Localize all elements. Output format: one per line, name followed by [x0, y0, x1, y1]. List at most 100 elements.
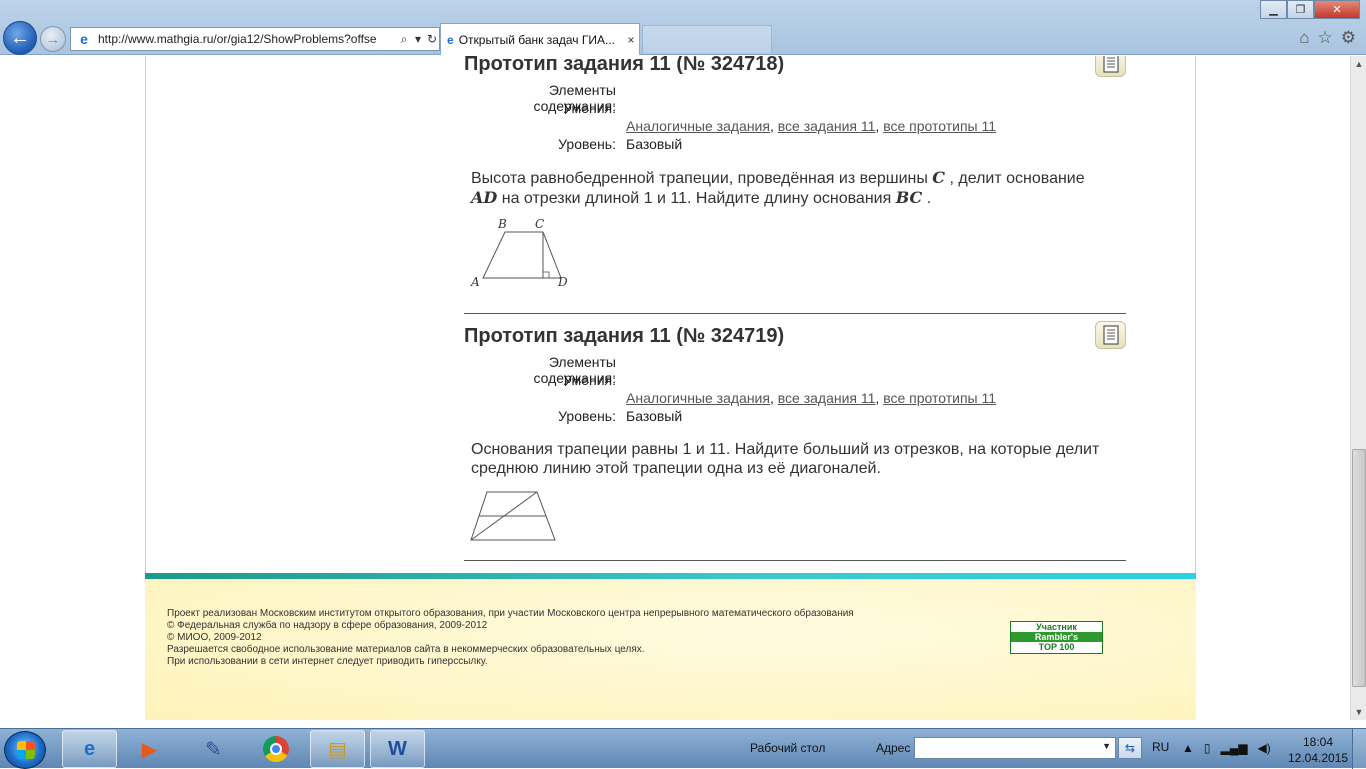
scroll-up-icon[interactable]: ▲: [1351, 56, 1366, 72]
ie-tab-icon: e: [447, 32, 454, 47]
taskbar-address-input[interactable]: ▼: [914, 737, 1116, 759]
folder-icon: ▤: [328, 738, 347, 761]
var-ad: AD: [471, 188, 498, 207]
minimize-button[interactable]: ▁: [1260, 0, 1287, 19]
search-icon[interactable]: ⌕: [397, 32, 411, 47]
task-links: Аналогичные задания, все задания 11, все…: [626, 390, 997, 406]
skills-label: Умения:: [563, 100, 616, 116]
task-title: Прототип задания 11 (№ 324719): [464, 325, 785, 347]
ie-page-icon: e: [80, 31, 88, 47]
problem-text: Основания трапеции равны 1 и 11. Найдите…: [471, 441, 1100, 477]
tab-title: Открытый банк задач ГИА...: [458, 32, 616, 47]
trapezoid-figure-2: [469, 486, 1126, 547]
skills-label: Умения:: [563, 372, 616, 388]
windows-taskbar: e ▶ ✎ ▤ W Рабочий стол Адрес ▼ ⇆ RU ▲ ▯ …: [0, 728, 1366, 769]
add-to-notebook-button[interactable]: [1095, 321, 1126, 349]
task-meta: Элементы содержания: Умения: Аналогичные…: [464, 354, 1126, 426]
task-meta: Элементы содержания: Умения: Аналогичные…: [464, 82, 1126, 154]
taskbar-explorer[interactable]: ▤: [310, 730, 365, 768]
forward-arrow-icon: →: [45, 30, 61, 48]
system-tray: ▲ ▯ ▂▄▆ ◀): [1182, 741, 1271, 755]
footer-accent-bar: [145, 573, 1196, 579]
dropdown-icon[interactable]: ▾: [411, 32, 425, 46]
taskbar-word[interactable]: W: [370, 730, 425, 768]
all-tasks-link[interactable]: все задания 11: [778, 118, 876, 134]
chevron-down-icon[interactable]: ▼: [1102, 741, 1111, 751]
similar-tasks-link[interactable]: Аналогичные задания: [626, 390, 770, 406]
level-label: Уровень:: [558, 408, 616, 424]
task-324719: Прототип задания 11 (№ 324719) Элементы …: [464, 321, 1126, 547]
elements-label: Элементы содержания:: [533, 354, 616, 386]
level-value: Базовый: [626, 408, 683, 424]
level-label: Уровень:: [558, 136, 616, 152]
back-button[interactable]: ←: [3, 21, 37, 55]
word-icon: W: [388, 737, 407, 760]
similar-tasks-link[interactable]: Аналогичные задания: [626, 118, 770, 134]
taskbar-ie[interactable]: e: [62, 730, 117, 768]
all-tasks-link[interactable]: все задания 11: [778, 390, 876, 406]
rambler-top100-badge[interactable]: Участник Rambler's TOP 100: [1010, 621, 1103, 654]
taskbar-paint[interactable]: ✎: [186, 730, 241, 768]
clock-time: 18:04: [1302, 735, 1334, 749]
restore-button[interactable]: ❐: [1287, 0, 1314, 19]
scroll-thumb[interactable]: [1352, 449, 1366, 687]
close-button[interactable]: ✕: [1314, 0, 1360, 19]
taskbar-go-button[interactable]: ⇆: [1118, 737, 1142, 759]
address-url[interactable]: http://www.mathgia.ru/or/gia12/ShowProbl…: [98, 32, 397, 46]
paint-brush-icon: ✎: [205, 738, 222, 761]
media-player-icon: ▶: [141, 738, 158, 761]
var-bc: BC: [895, 188, 923, 207]
task-title: Прототип задания 11 (№ 324718): [464, 56, 785, 75]
task-links: Аналогичные задания, все задания 11, все…: [626, 118, 997, 134]
address-toolbar-label: Адрес: [876, 741, 911, 755]
var-c: C: [932, 168, 946, 187]
notebook-icon: [1102, 325, 1119, 345]
home-icon[interactable]: ⌂: [1299, 28, 1309, 48]
task-separator: [464, 313, 1126, 314]
desktop-toolbar-label[interactable]: Рабочий стол: [750, 741, 825, 755]
fig-label-b: B: [497, 217, 507, 231]
add-to-notebook-button[interactable]: [1095, 56, 1126, 77]
tray-expand-icon[interactable]: ▲: [1182, 741, 1194, 755]
browser-chrome: ← → e http://www.mathgia.ru/or/gia12/Sho…: [0, 0, 1366, 55]
all-prototypes-link[interactable]: все прототипы 11: [883, 390, 996, 406]
settings-gear-icon[interactable]: ⚙: [1341, 28, 1356, 48]
clock-date: 12.04.2015: [1288, 751, 1349, 765]
site-footer: Проект реализован Московским институтом …: [145, 573, 1196, 720]
all-prototypes-link[interactable]: все прототипы 11: [883, 118, 996, 134]
level-value: Базовый: [626, 136, 683, 152]
start-button[interactable]: [4, 731, 46, 769]
scroll-down-icon[interactable]: ▼: [1351, 704, 1366, 720]
forward-button[interactable]: →: [40, 26, 66, 52]
fig-label-d: D: [557, 275, 568, 288]
new-tab[interactable]: [642, 25, 772, 53]
window-controls: ▁ ❐ ✕: [1260, 0, 1360, 19]
windows-logo-icon: [17, 741, 35, 759]
tab-close-icon[interactable]: ×: [623, 33, 639, 47]
elements-label: Элементы содержания:: [533, 82, 616, 114]
go-arrows-icon: ⇆: [1124, 741, 1136, 755]
problem-text: Высота равнобедренной трапеции, проведён…: [471, 168, 1085, 207]
fig-label-c: C: [535, 217, 544, 231]
browser-tools: ⌂ ☆ ⚙: [1299, 28, 1356, 48]
ie-icon: e: [83, 737, 96, 760]
taskbar-media-player[interactable]: ▶: [122, 730, 177, 768]
volume-icon[interactable]: ◀): [1257, 741, 1270, 755]
address-bar[interactable]: e http://www.mathgia.ru/or/gia12/ShowPro…: [70, 27, 440, 51]
trapezoid-figure-1: A B C D: [469, 216, 1126, 293]
taskbar-chrome[interactable]: [248, 730, 303, 768]
task-324718: Прототип задания 11 (№ 324718) Элементы …: [464, 56, 1126, 293]
show-desktop-button[interactable]: [1352, 729, 1366, 769]
footer-text: Проект реализован Московским институтом …: [167, 608, 854, 667]
vertical-scrollbar[interactable]: ▲ ▼: [1350, 56, 1366, 720]
battery-icon[interactable]: ▯: [1204, 741, 1211, 755]
tab-active[interactable]: e Открытый банк задач ГИА... ×: [440, 23, 640, 55]
refresh-icon[interactable]: ↻: [425, 32, 439, 46]
task-separator: [464, 560, 1126, 561]
signal-icon[interactable]: ▂▄▆: [1221, 741, 1248, 755]
system-clock[interactable]: 18:04 12.04.2015: [1288, 734, 1348, 766]
fig-label-a: A: [470, 275, 480, 288]
language-indicator[interactable]: RU: [1152, 740, 1169, 754]
chrome-icon: [262, 736, 289, 762]
favorites-star-icon[interactable]: ☆: [1318, 28, 1333, 48]
